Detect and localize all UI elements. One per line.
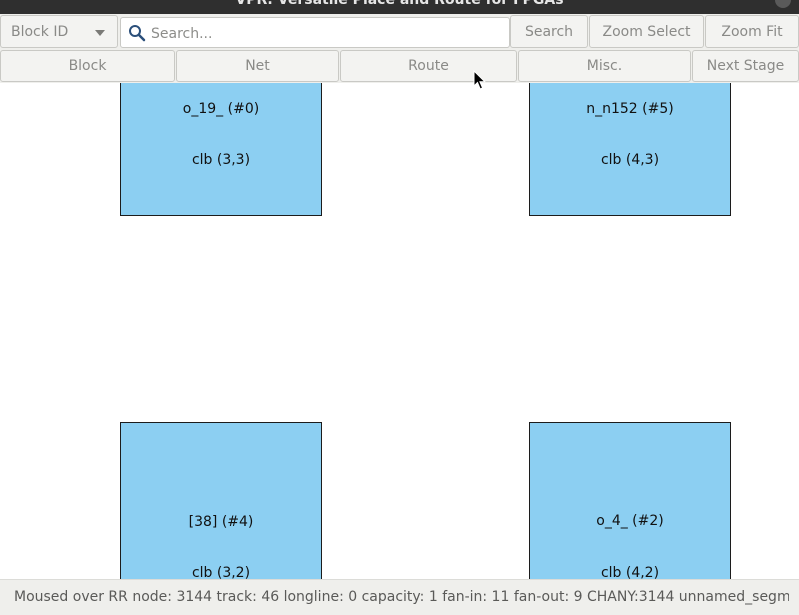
search-button[interactable]: Search (510, 15, 588, 48)
mouse-cursor-icon (473, 70, 487, 90)
search-icon (129, 25, 146, 42)
status-bar: Moused over RR node: 3144 track: 46 long… (0, 579, 799, 615)
block-name: o_19_ (#0) (182, 101, 260, 117)
route-menu-button[interactable]: Route (340, 50, 517, 82)
search-input[interactable] (149, 18, 503, 49)
zoom-fit-button[interactable]: Zoom Fit (705, 15, 799, 48)
window-titlebar: VPR: Versatile Place and Route for FPGAs (0, 0, 799, 14)
net-menu-button[interactable]: Net (176, 50, 339, 82)
search-box[interactable] (120, 17, 510, 49)
chevron-down-icon (95, 30, 105, 36)
fpga-canvas[interactable]: o_19_ (#0) clb (3,3) n_n152 (#5) clb (4,… (0, 83, 799, 579)
block-type: clb (4,3) (600, 152, 660, 168)
block-type: clb (3,2) (191, 565, 251, 579)
search-type-dropdown[interactable]: Block ID (0, 15, 118, 48)
search-type-value: Block ID (11, 23, 69, 40)
zoom-select-button[interactable]: Zoom Select (589, 15, 704, 48)
block-name: [38] (#4) (188, 514, 254, 530)
clb-block[interactable]: o_19_ (#0) clb (3,3) (120, 83, 322, 216)
block-type: clb (3,3) (191, 152, 251, 168)
clb-block[interactable]: [38] (#4) clb (3,2) (120, 422, 322, 579)
clb-block[interactable]: o_4_ (#2) clb (4,2) (529, 422, 731, 579)
block-name: o_4_ (#2) (596, 513, 664, 529)
misc-menu-button[interactable]: Misc. (518, 50, 691, 82)
clb-block[interactable]: n_n152 (#5) clb (4,3) (529, 83, 731, 216)
block-menu-button[interactable]: Block (0, 50, 175, 82)
window-title: VPR: Versatile Place and Route for FPGAs (235, 0, 564, 8)
next-stage-button[interactable]: Next Stage (692, 50, 799, 82)
block-type: clb (4,2) (600, 565, 660, 579)
status-message: Moused over RR node: 3144 track: 46 long… (14, 589, 789, 605)
block-name: n_n152 (#5) (586, 101, 674, 117)
